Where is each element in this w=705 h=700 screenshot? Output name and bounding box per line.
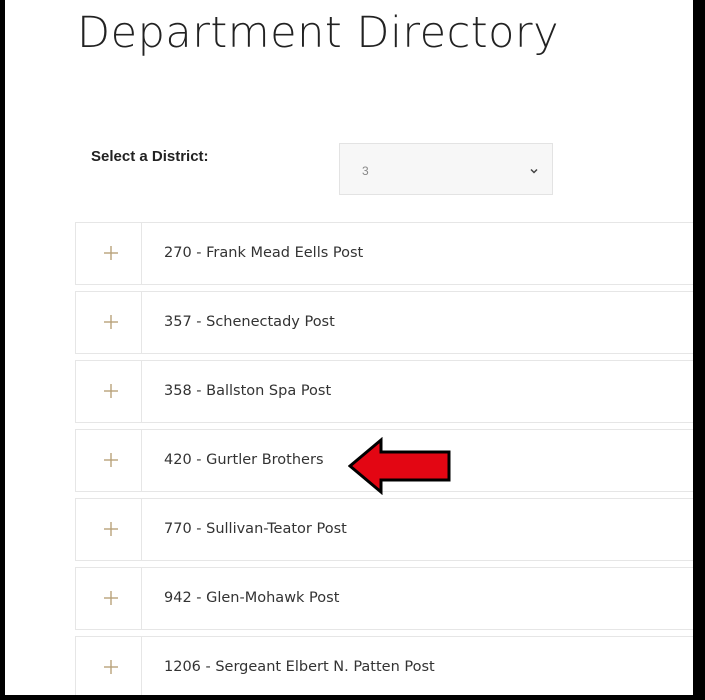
plus-icon [104,660,118,674]
chevron-down-icon [528,164,540,176]
page-title: Department Directory [77,8,560,58]
expand-toggle[interactable] [76,223,142,284]
post-row[interactable]: 357 - Schenectady Post [75,291,693,354]
district-select[interactable]: 3 [339,143,553,195]
post-label: 270 - Frank Mead Eells Post [164,245,364,261]
post-label: 770 - Sullivan-Teator Post [164,521,347,537]
plus-icon [104,522,118,536]
plus-icon [104,384,118,398]
expand-toggle[interactable] [76,499,142,560]
district-select-label: Select a District: [91,148,209,165]
plus-icon [104,315,118,329]
post-row[interactable]: 358 - Ballston Spa Post [75,360,693,423]
plus-icon [104,591,118,605]
post-row[interactable]: 1206 - Sergeant Elbert N. Patten Post [75,636,693,695]
post-label: 942 - Glen-Mohawk Post [164,590,340,606]
post-row[interactable]: 942 - Glen-Mohawk Post [75,567,693,630]
plus-icon [104,246,118,260]
expand-toggle[interactable] [76,637,142,695]
page-frame: Department Directory Select a District: … [5,0,693,695]
post-label: 420 - Gurtler Brothers [164,452,324,468]
post-label: 358 - Ballston Spa Post [164,383,332,399]
post-row[interactable]: 270 - Frank Mead Eells Post [75,222,693,285]
left-arrow-icon [348,437,451,495]
plus-icon [104,453,118,467]
post-row[interactable]: 770 - Sullivan-Teator Post [75,498,693,561]
expand-toggle[interactable] [76,430,142,491]
expand-toggle[interactable] [76,292,142,353]
post-label: 357 - Schenectady Post [164,314,335,330]
district-select-value: 3 [362,164,369,178]
post-label: 1206 - Sergeant Elbert N. Patten Post [164,659,435,675]
expand-toggle[interactable] [76,361,142,422]
expand-toggle[interactable] [76,568,142,629]
